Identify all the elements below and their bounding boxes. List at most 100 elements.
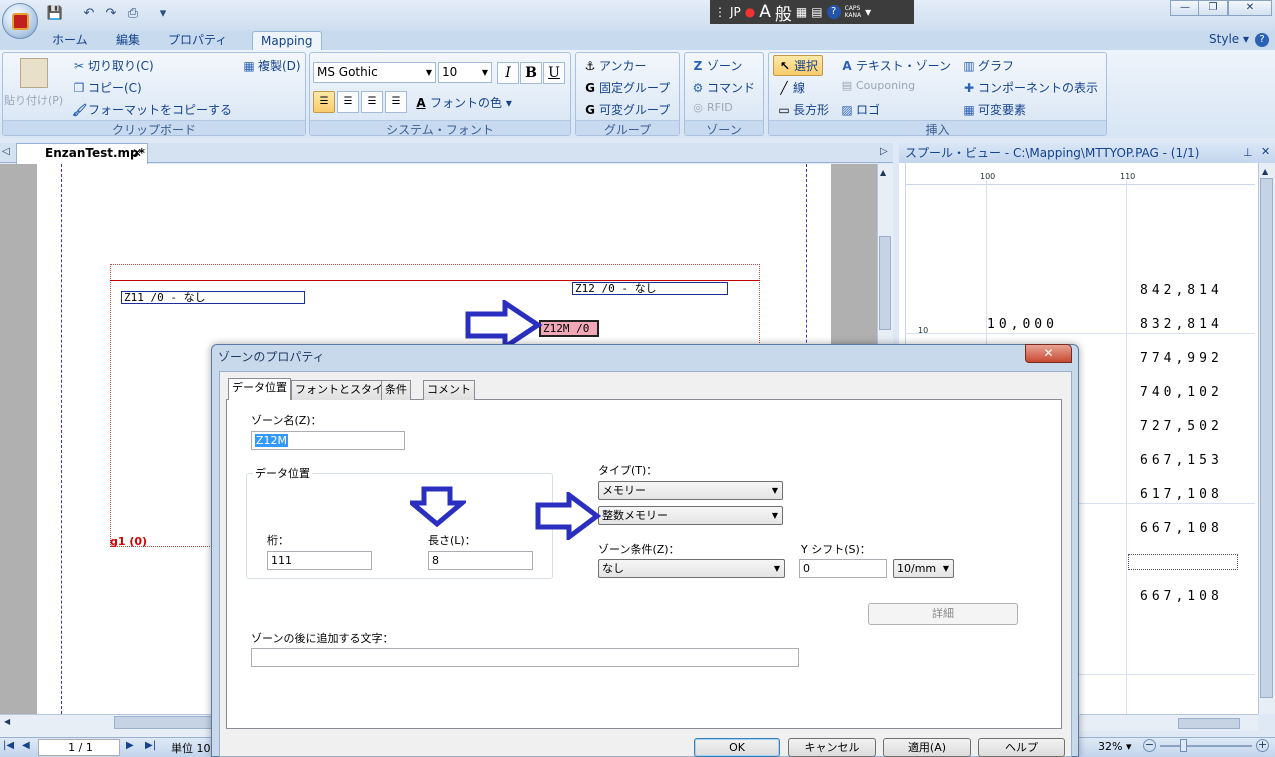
tab-home[interactable]: ホーム (44, 31, 96, 50)
zone-name-input[interactable]: Z12M (251, 431, 405, 450)
tab-enzantest[interactable]: EnzanTest.mp* ✕ (16, 143, 148, 164)
font-color-button[interactable]: A フォントの色 ▾ (414, 94, 512, 111)
close-icon[interactable]: ✕ (1261, 145, 1270, 158)
ime-help-icon[interactable]: ? (826, 5, 841, 19)
zone-z12[interactable]: Z12 /0 - なし (572, 282, 728, 295)
yshift-input[interactable]: 0 (799, 559, 887, 578)
ime-mode[interactable]: JP (730, 5, 741, 19)
cancel-button[interactable]: キャンセル (788, 738, 876, 757)
redo-icon[interactable]: ↷ (102, 6, 120, 22)
minimize-button[interactable]: — (1170, 0, 1200, 16)
tab-data-position[interactable]: データ位置 (228, 378, 291, 400)
tab-mapping[interactable]: Mapping (252, 31, 322, 50)
italic-button[interactable]: I (497, 62, 519, 84)
align-center-icon[interactable]: ☰ (337, 91, 359, 113)
tab-comment[interactable]: コメント (423, 380, 475, 400)
bold-button[interactable]: B (520, 62, 542, 84)
command-button[interactable]: ⚙ コマンド (691, 79, 755, 96)
apply-button[interactable]: 適用(A) (883, 738, 971, 757)
couponing-button[interactable]: ▤ Couponing (840, 79, 915, 92)
component-button[interactable]: ✚ コンポーネントの表示 (962, 79, 1098, 96)
align-justify-icon[interactable]: ☰ (385, 91, 407, 113)
tab-conditions[interactable]: 条件 (381, 380, 411, 400)
subtype-select[interactable]: 整数メモリー ▼ (598, 506, 783, 525)
maximize-button[interactable]: ❐ (1198, 0, 1228, 16)
zone-z12m-selected[interactable]: Z12M /0 (539, 320, 599, 337)
format-painter-button[interactable]: 🖌フォーマットをコピーする (72, 101, 232, 118)
scroll-up-icon[interactable]: ▲ (880, 168, 886, 177)
scroll-left-icon[interactable]: ◀ (4, 717, 10, 726)
variable-element-button[interactable]: ▦ 可変要素 (962, 101, 1026, 118)
undo-icon[interactable]: ↶ (80, 6, 98, 22)
font-size-select[interactable]: 10 ▼ (438, 62, 492, 83)
length-input[interactable]: 8 (428, 551, 533, 570)
tab-edit[interactable]: 編集 (108, 31, 148, 50)
rfid-button[interactable]: ◎ RFID (691, 101, 733, 114)
underline-button[interactable]: U (543, 62, 565, 84)
column-input[interactable]: 111 (267, 551, 372, 570)
type-select[interactable]: メモリー ▼ (598, 481, 783, 500)
pin-icon[interactable]: ⊥ (1243, 146, 1253, 159)
tab-scroll-right-icon[interactable]: ▷ (880, 146, 888, 157)
first-page-icon[interactable]: |◀ (3, 740, 14, 751)
ime-options-icon[interactable]: ▾ (865, 5, 871, 19)
style-menu[interactable]: Style ▾ (1209, 32, 1249, 46)
duplicate-button[interactable]: ▦ 複製(D) (242, 57, 300, 74)
rectangle-tool-button[interactable]: ▭ 長方形 (777, 101, 829, 118)
help-button[interactable]: ヘルプ (978, 738, 1065, 757)
spool-h-scroll-thumb[interactable] (1178, 718, 1240, 729)
help-icon[interactable]: ? (1255, 33, 1269, 47)
qat-customize-icon[interactable]: ▾ (154, 6, 172, 22)
zoom-out-icon[interactable]: − (1143, 739, 1156, 752)
zone-condition-select[interactable]: なし ▼ (598, 559, 785, 578)
append-text-input[interactable] (251, 648, 799, 667)
graph-button[interactable]: ▥ グラフ (962, 57, 1014, 74)
scroll-up-icon[interactable]: ▲ (1262, 167, 1268, 176)
variable-group-button[interactable]: G 可変グループ (583, 101, 670, 118)
print-icon[interactable]: ⎙ (124, 6, 142, 22)
align-left-icon[interactable]: ☰ (313, 91, 335, 113)
scroll-thumb[interactable] (879, 236, 891, 330)
cut-button[interactable]: ✂ 切り取り(C) (72, 57, 154, 74)
text-zone-button[interactable]: A テキスト・ゾーン (840, 57, 951, 74)
paste-icon[interactable] (20, 58, 48, 88)
yshift-unit-select[interactable]: 10/mm ▼ (893, 559, 954, 578)
application-menu-button[interactable] (2, 3, 38, 39)
paste-button[interactable]: 貼り付け(P) (4, 92, 63, 108)
fixed-group-button[interactable]: G 固定グループ (583, 79, 670, 96)
page-number-field[interactable]: 1 / 1 (38, 739, 120, 756)
tab-scroll-left-icon[interactable]: ◁ (2, 146, 10, 157)
next-page-icon[interactable]: ▶ (126, 740, 134, 751)
ime-record-icon[interactable]: ● (745, 5, 755, 19)
zoom-in-icon[interactable]: + (1256, 739, 1269, 752)
spool-selected-zone[interactable] (1128, 554, 1238, 570)
font-family-select[interactable]: MS Gothic ▼ (313, 62, 436, 83)
zone-button[interactable]: Z ゾーン (691, 57, 743, 74)
ime-font-icon[interactable]: A (759, 2, 771, 22)
last-page-icon[interactable]: ▶| (145, 740, 156, 751)
align-right-icon[interactable]: ☰ (361, 91, 383, 113)
ime-pad-icon[interactable]: ▦ (796, 5, 807, 19)
ime-kanji-mode[interactable]: 般 (775, 0, 792, 25)
detail-button[interactable]: 詳細 (868, 603, 1018, 625)
zoom-level[interactable]: 32% ▾ (1098, 740, 1131, 753)
line-tool-button[interactable]: ╱ 線 (777, 79, 805, 96)
select-tool-button[interactable]: ↖ 選択 (773, 55, 824, 76)
prev-page-icon[interactable]: ◀ (22, 740, 30, 751)
tab-properties[interactable]: プロパティ (160, 31, 235, 50)
ime-dict-icon[interactable]: ▤ (811, 5, 822, 19)
table-icon: ▦ (963, 103, 975, 117)
ok-button[interactable]: OK (694, 738, 780, 757)
logo-button[interactable]: ▨ ロゴ (840, 101, 880, 118)
copy-button[interactable]: ❐ コピー(C) (72, 79, 142, 96)
dialog-close-button[interactable]: ✕ (1025, 344, 1072, 363)
zoom-slider[interactable] (1160, 745, 1252, 747)
close-window-button[interactable]: ✕ (1228, 0, 1272, 16)
h-scroll-thumb[interactable] (114, 716, 214, 729)
close-icon[interactable]: ✕ (132, 144, 142, 163)
zone-z11[interactable]: Z11 /0 - なし (121, 291, 305, 304)
spool-scroll-thumb[interactable] (1260, 178, 1273, 698)
save-icon[interactable]: 💾 (46, 6, 64, 22)
anchor-button[interactable]: ⚓ アンカー (583, 57, 647, 74)
zoom-slider-thumb[interactable] (1180, 739, 1187, 752)
